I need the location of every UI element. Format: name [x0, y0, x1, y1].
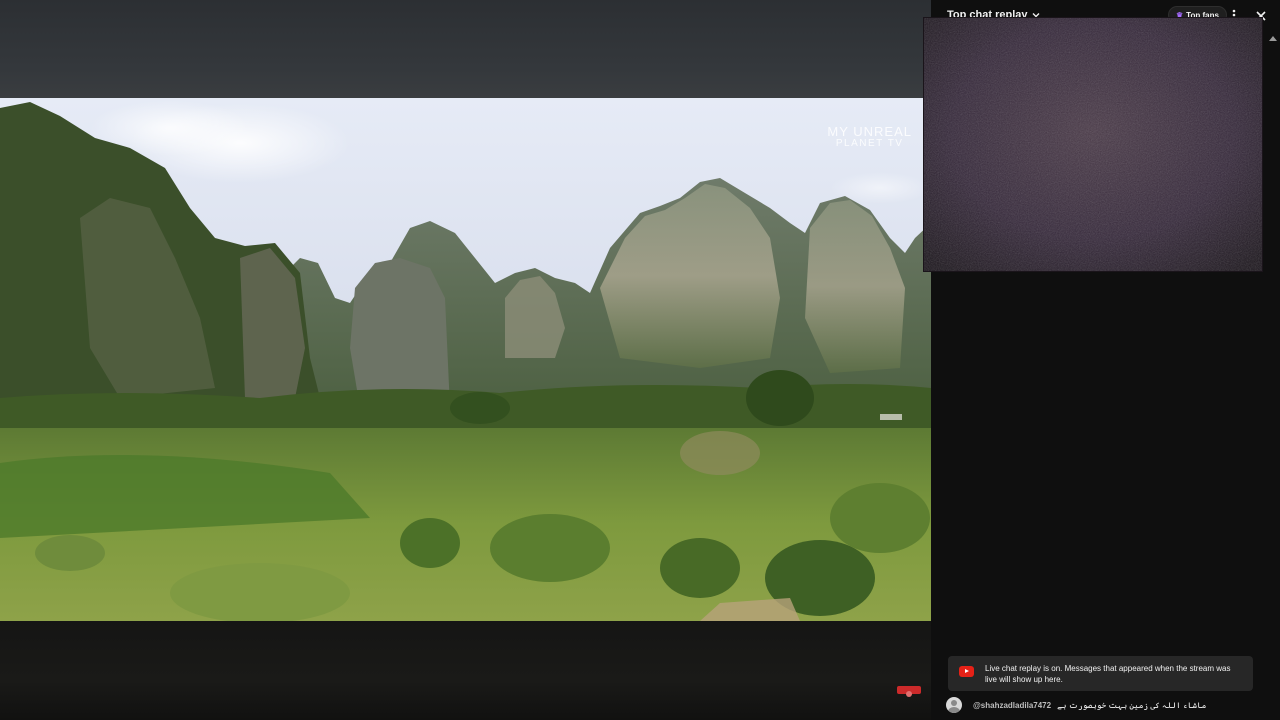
video-frame[interactable]: [0, 98, 931, 621]
video-bottom-letterbox: [0, 621, 931, 720]
scroll-up-icon[interactable]: [1269, 36, 1277, 41]
replay-banner-text: Live chat replay is on. Messages that ap…: [985, 664, 1231, 684]
live-chat-replay-banner: Live chat replay is on. Messages that ap…: [948, 656, 1253, 691]
youtube-icon: [959, 666, 974, 677]
overlay-texture: [924, 18, 1262, 271]
avatar[interactable]: [946, 697, 962, 713]
chat-scrollbar[interactable]: [1266, 32, 1278, 662]
video-player[interactable]: MY UNREAL PLANET TV: [0, 0, 931, 720]
chat-message-text: ماشاء اللہ کی زمین بہت خوبصورت ہے: [1057, 700, 1207, 710]
live-indicator-icon[interactable]: [897, 686, 921, 697]
video-top-letterbox: [0, 0, 931, 98]
overlay-window[interactable]: [924, 18, 1262, 271]
chat-message[interactable]: @shahzadladila7472 ماشاء اللہ کی زمین بہ…: [946, 696, 1266, 714]
watermark-line-1: MY UNREAL: [827, 124, 912, 139]
chat-message-author[interactable]: @shahzadladila7472: [973, 701, 1051, 710]
watermark-line-2: PLANET TV: [835, 137, 904, 149]
channel-watermark: MY UNREAL PLANET TV: [827, 125, 912, 149]
